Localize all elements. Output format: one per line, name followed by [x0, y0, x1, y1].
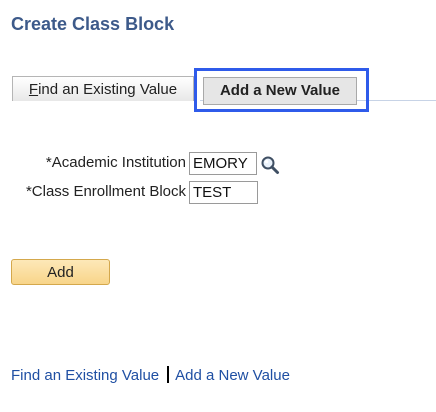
tab-find-mnemonic: F [28, 81, 39, 98]
magnifier-icon[interactable] [260, 155, 280, 175]
class-enrollment-block-label: *Class Enrollment Block [25, 183, 186, 200]
find-existing-value-link[interactable]: Find an Existing Value [11, 367, 159, 384]
tab-find-label: ind an Existing Value [38, 81, 178, 98]
academic-institution-label: *Academic Institution [45, 154, 186, 171]
tab-add-new-value[interactable]: Add a New Value [203, 77, 357, 105]
link-separator [167, 366, 170, 383]
bottom-links: Find an Existing Value Add a New Value [11, 366, 290, 384]
add-button[interactable]: Add [11, 259, 110, 285]
add-new-value-link[interactable]: Add a New Value [175, 367, 290, 384]
academic-institution-input[interactable] [189, 152, 257, 175]
class-enrollment-block-input[interactable] [189, 181, 258, 204]
page-title: Create Class Block [11, 14, 175, 34]
tab-find-existing-value[interactable]: Find an Existing Value [12, 76, 194, 101]
